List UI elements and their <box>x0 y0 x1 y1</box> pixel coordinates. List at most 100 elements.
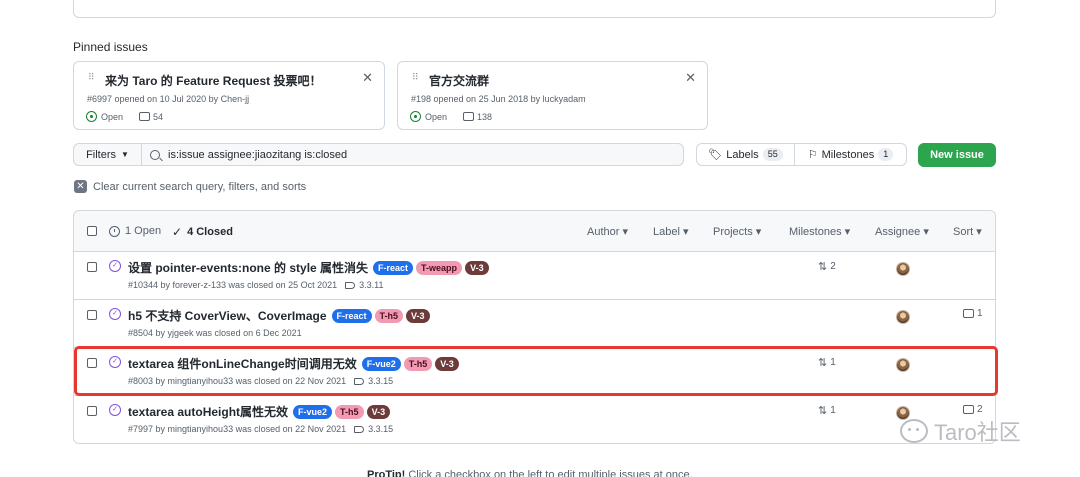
issue-row[interactable]: ✓ textarea autoHeight属性无效 F-vue2 T-h5 V-… <box>74 396 995 443</box>
status-text: Open <box>101 111 124 122</box>
issue-meta-text: #8003 by mingtianyihou33 was closed on 2… <box>128 376 347 386</box>
issue-meta: #10344 by forever-z-133 was closed on 25… <box>128 280 384 290</box>
issue-label[interactable]: V-3 <box>435 356 459 371</box>
avatar[interactable] <box>896 358 910 372</box>
watermark-text: Taro社区 <box>934 420 1021 445</box>
issue-milestone[interactable]: 3.3.11 <box>359 280 383 290</box>
search-value: is:issue assignee:jiaozitang is:closed <box>168 148 348 161</box>
issue-title[interactable]: h5 不支持 CoverView、CoverImage <box>128 307 327 324</box>
milestone-icon <box>354 377 365 385</box>
pull-request-icon: ⇅ <box>818 261 828 273</box>
issue-milestone[interactable]: 3.3.15 <box>368 424 393 434</box>
milestone-icon <box>345 281 356 289</box>
issues-list-header: 1 Open ✓ 4 Closed Author ▾ Label ▾ Proje… <box>74 211 995 252</box>
drag-handle-icon[interactable]: ⠿ <box>88 73 95 82</box>
linked-pr[interactable]: ⇅ 1 <box>818 404 836 417</box>
issue-label[interactable]: F-vue2 <box>293 404 333 419</box>
issue-meta-text: #10344 by forever-z-133 was closed on 25… <box>128 280 338 290</box>
comments-number: 2 <box>977 404 983 415</box>
issue-label[interactable]: T-weapp <box>416 260 463 275</box>
comments-count[interactable]: 138 <box>463 112 492 122</box>
protip-label: ProTip! <box>367 469 406 477</box>
issue-title-row: h5 不支持 CoverView、CoverImage F-react T-h5… <box>128 307 430 324</box>
assignee-filter[interactable]: Assignee ▾ <box>875 225 929 238</box>
comment-icon <box>139 112 151 121</box>
milestones-filter[interactable]: Milestones ▾ <box>789 225 850 238</box>
issue-row[interactable]: ✓ textarea 组件onLineChange时间调用无效 F-vue2 T… <box>74 348 995 396</box>
issue-closed-icon: ✓ <box>109 260 121 272</box>
issue-label[interactable]: F-react <box>331 308 372 323</box>
comments-count[interactable]: 54 <box>139 112 163 122</box>
avatar[interactable] <box>896 310 910 324</box>
issue-checkbox[interactable] <box>87 262 97 272</box>
linked-pr[interactable]: ⇅ 2 <box>818 260 836 273</box>
pr-count: 1 <box>830 405 836 416</box>
milestones-label: Milestones <box>821 148 875 161</box>
search-input[interactable]: is:issue assignee:jiaozitang is:closed <box>141 143 684 166</box>
label-filter[interactable]: Label ▾ <box>653 225 689 238</box>
filters-label: Filters <box>86 148 117 161</box>
pinned-card-meta: #198 opened on 25 Jun 2018 by luckyadam <box>411 94 586 104</box>
issues-list: 1 Open ✓ 4 Closed Author ▾ Label ▾ Proje… <box>73 210 996 444</box>
linked-pr[interactable]: ⇅ 1 <box>818 356 836 369</box>
issue-label[interactable]: V-3 <box>465 260 489 275</box>
issue-label[interactable]: F-vue2 <box>361 356 401 371</box>
issue-label[interactable]: V-3 <box>366 404 391 419</box>
issue-label[interactable]: T-h5 <box>335 404 364 419</box>
issue-label[interactable]: F-react <box>373 260 414 275</box>
issue-row[interactable]: ✓ 设置 pointer-events:none 的 style 属性消失 F-… <box>74 252 995 300</box>
projects-filter[interactable]: Projects ▾ <box>713 225 761 238</box>
milestone-icon: ⚐ <box>807 149 818 161</box>
avatar[interactable] <box>896 262 910 276</box>
comments-number: 54 <box>153 111 164 122</box>
labels-button[interactable]: 🏷 Labels 55 <box>696 143 795 166</box>
issue-row[interactable]: ✓ h5 不支持 CoverView、CoverImage F-react T-… <box>74 300 995 348</box>
comments-count[interactable]: 1 <box>963 308 983 319</box>
clear-filters-link[interactable]: ✕ Clear current search query, filters, a… <box>74 180 306 193</box>
issue-label[interactable]: T-h5 <box>403 356 433 371</box>
issue-title[interactable]: textarea autoHeight属性无效 <box>128 403 288 420</box>
filters-button[interactable]: Filters ▼ <box>73 143 142 166</box>
issue-checkbox[interactable] <box>87 406 97 416</box>
author-filter[interactable]: Author ▾ <box>587 225 628 238</box>
issue-label[interactable]: T-h5 <box>374 308 404 323</box>
issue-open-icon <box>86 111 97 122</box>
comments-number: 138 <box>477 111 493 122</box>
close-icon: ✕ <box>74 180 87 193</box>
issue-milestone[interactable]: 3.3.15 <box>368 376 393 386</box>
issue-open-icon <box>109 225 120 237</box>
select-all-checkbox[interactable] <box>87 226 97 236</box>
issue-title-row: textarea 组件onLineChange时间调用无效 F-vue2 T-h… <box>128 355 459 372</box>
issue-checkbox[interactable] <box>87 358 97 368</box>
sort-filter[interactable]: Sort ▾ <box>953 225 982 238</box>
pinned-card-title[interactable]: 官方交流群 <box>429 72 489 89</box>
issue-checkbox[interactable] <box>87 310 97 320</box>
drag-handle-icon[interactable]: ⠿ <box>412 73 419 82</box>
issue-title[interactable]: textarea 组件onLineChange时间调用无效 <box>128 355 357 372</box>
issue-title-row: 设置 pointer-events:none 的 style 属性消失 F-re… <box>128 259 489 276</box>
protip: ProTip! Click a checkbox on the left to … <box>367 469 693 477</box>
protip-text: Click a checkbox on the left to edit mul… <box>405 469 693 477</box>
milestone-icon <box>354 425 365 433</box>
closed-filter-tab[interactable]: ✓ 4 Closed <box>172 225 233 239</box>
milestones-button[interactable]: ⚐ Milestones 1 <box>794 143 907 166</box>
labels-label: Labels <box>726 148 759 161</box>
open-filter-tab[interactable]: 1 Open <box>109 225 161 237</box>
clear-filters-text: Clear current search query, filters, and… <box>93 180 307 193</box>
close-icon[interactable]: ✕ <box>362 70 373 86</box>
issue-title[interactable]: 设置 pointer-events:none 的 style 属性消失 <box>128 259 368 276</box>
issue-label[interactable]: V-3 <box>406 308 430 323</box>
issue-closed-icon: ✓ <box>109 356 121 368</box>
comments-count[interactable]: 2 <box>963 404 983 415</box>
close-icon[interactable]: ✕ <box>685 70 696 86</box>
pinned-card[interactable]: ⠿ 来为 Taro 的 Feature Request 投票吧！ ✕ #6997… <box>73 61 385 130</box>
comment-icon <box>963 405 974 414</box>
pinned-issues-heading: Pinned issues <box>73 40 148 54</box>
pr-count: 1 <box>830 357 836 368</box>
issue-closed-icon: ✓ <box>109 308 121 320</box>
pinned-card[interactable]: ⠿ 官方交流群 ✕ #198 opened on 25 Jun 2018 by … <box>397 61 708 130</box>
pinned-card-title[interactable]: 来为 Taro 的 Feature Request 投票吧！ <box>105 72 321 89</box>
search-icon <box>150 149 160 160</box>
new-issue-button[interactable]: New issue <box>918 143 996 167</box>
closed-count: 4 Closed <box>187 226 233 238</box>
